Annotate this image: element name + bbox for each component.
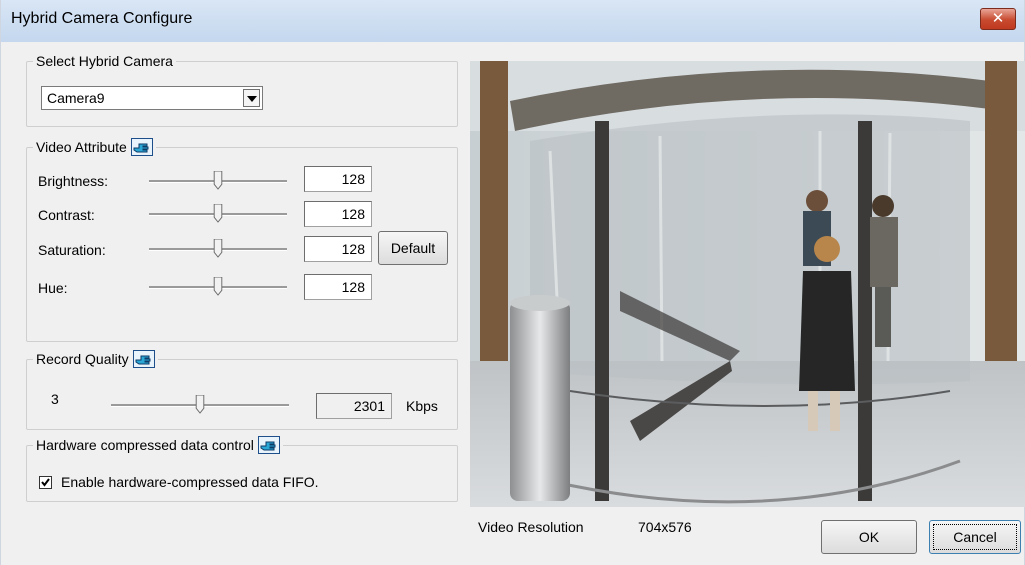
saturation-slider[interactable] — [149, 239, 287, 259]
hand-pointer-icon[interactable] — [132, 350, 155, 368]
slider-thumb[interactable] — [213, 239, 223, 258]
saturation-value[interactable]: 128 — [304, 236, 372, 262]
hue-label: Hue: — [38, 280, 68, 296]
title-bar[interactable]: Hybrid Camera Configure ✕ — [1, 0, 1024, 42]
camera-select-value: Camera9 — [47, 90, 105, 106]
cancel-button[interactable]: Cancel — [929, 520, 1021, 554]
window-title: Hybrid Camera Configure — [11, 10, 193, 27]
camera-feed-image — [470, 61, 1025, 507]
hardware-control-legend: Hardware compressed data control — [36, 437, 254, 453]
brightness-label: Brightness: — [38, 173, 109, 189]
quality-level-label: 3 — [51, 391, 59, 407]
ok-button[interactable]: OK — [821, 520, 917, 554]
checkmark-icon — [41, 478, 50, 487]
dialog-window: Hybrid Camera Configure ✕ Select Hybrid … — [0, 0, 1025, 565]
resolution-value: 704x576 — [638, 519, 692, 535]
video-attribute-legend: Video Attribute — [36, 139, 127, 155]
brightness-slider[interactable] — [149, 171, 287, 191]
hand-pointer-icon[interactable] — [257, 436, 280, 454]
hardware-control-group: Hardware compressed data control — [26, 436, 458, 502]
brightness-value[interactable]: 128 — [304, 166, 372, 192]
hue-value[interactable]: 128 — [304, 274, 372, 300]
enable-fifo-checkbox[interactable] — [39, 476, 52, 489]
bitrate-value: 2301 — [316, 393, 392, 419]
hue-slider[interactable] — [149, 277, 287, 297]
saturation-label: Saturation: — [38, 242, 106, 258]
contrast-label: Contrast: — [38, 207, 95, 223]
record-quality-group: Record Quality — [26, 350, 458, 430]
enable-fifo-label: Enable hardware-compressed data FIFO. — [61, 474, 319, 490]
record-quality-legend: Record Quality — [36, 351, 129, 367]
slider-thumb[interactable] — [213, 171, 223, 190]
close-icon: ✕ — [991, 10, 1005, 27]
chevron-down-icon[interactable] — [243, 89, 260, 107]
select-camera-legend: Select Hybrid Camera — [36, 53, 173, 69]
slider-thumb[interactable] — [213, 277, 223, 296]
slider-thumb[interactable] — [195, 395, 205, 414]
contrast-slider[interactable] — [149, 204, 287, 224]
contrast-value[interactable]: 128 — [304, 201, 372, 227]
camera-select[interactable]: Camera9 — [41, 86, 263, 110]
record-quality-slider[interactable] — [111, 395, 289, 415]
bitrate-unit: Kbps — [406, 398, 438, 414]
video-preview — [470, 61, 1025, 507]
hand-pointer-icon[interactable] — [130, 138, 153, 156]
close-button[interactable]: ✕ — [980, 8, 1016, 30]
default-button[interactable]: Default — [378, 231, 448, 265]
slider-thumb[interactable] — [213, 204, 223, 223]
resolution-label: Video Resolution — [478, 519, 584, 535]
